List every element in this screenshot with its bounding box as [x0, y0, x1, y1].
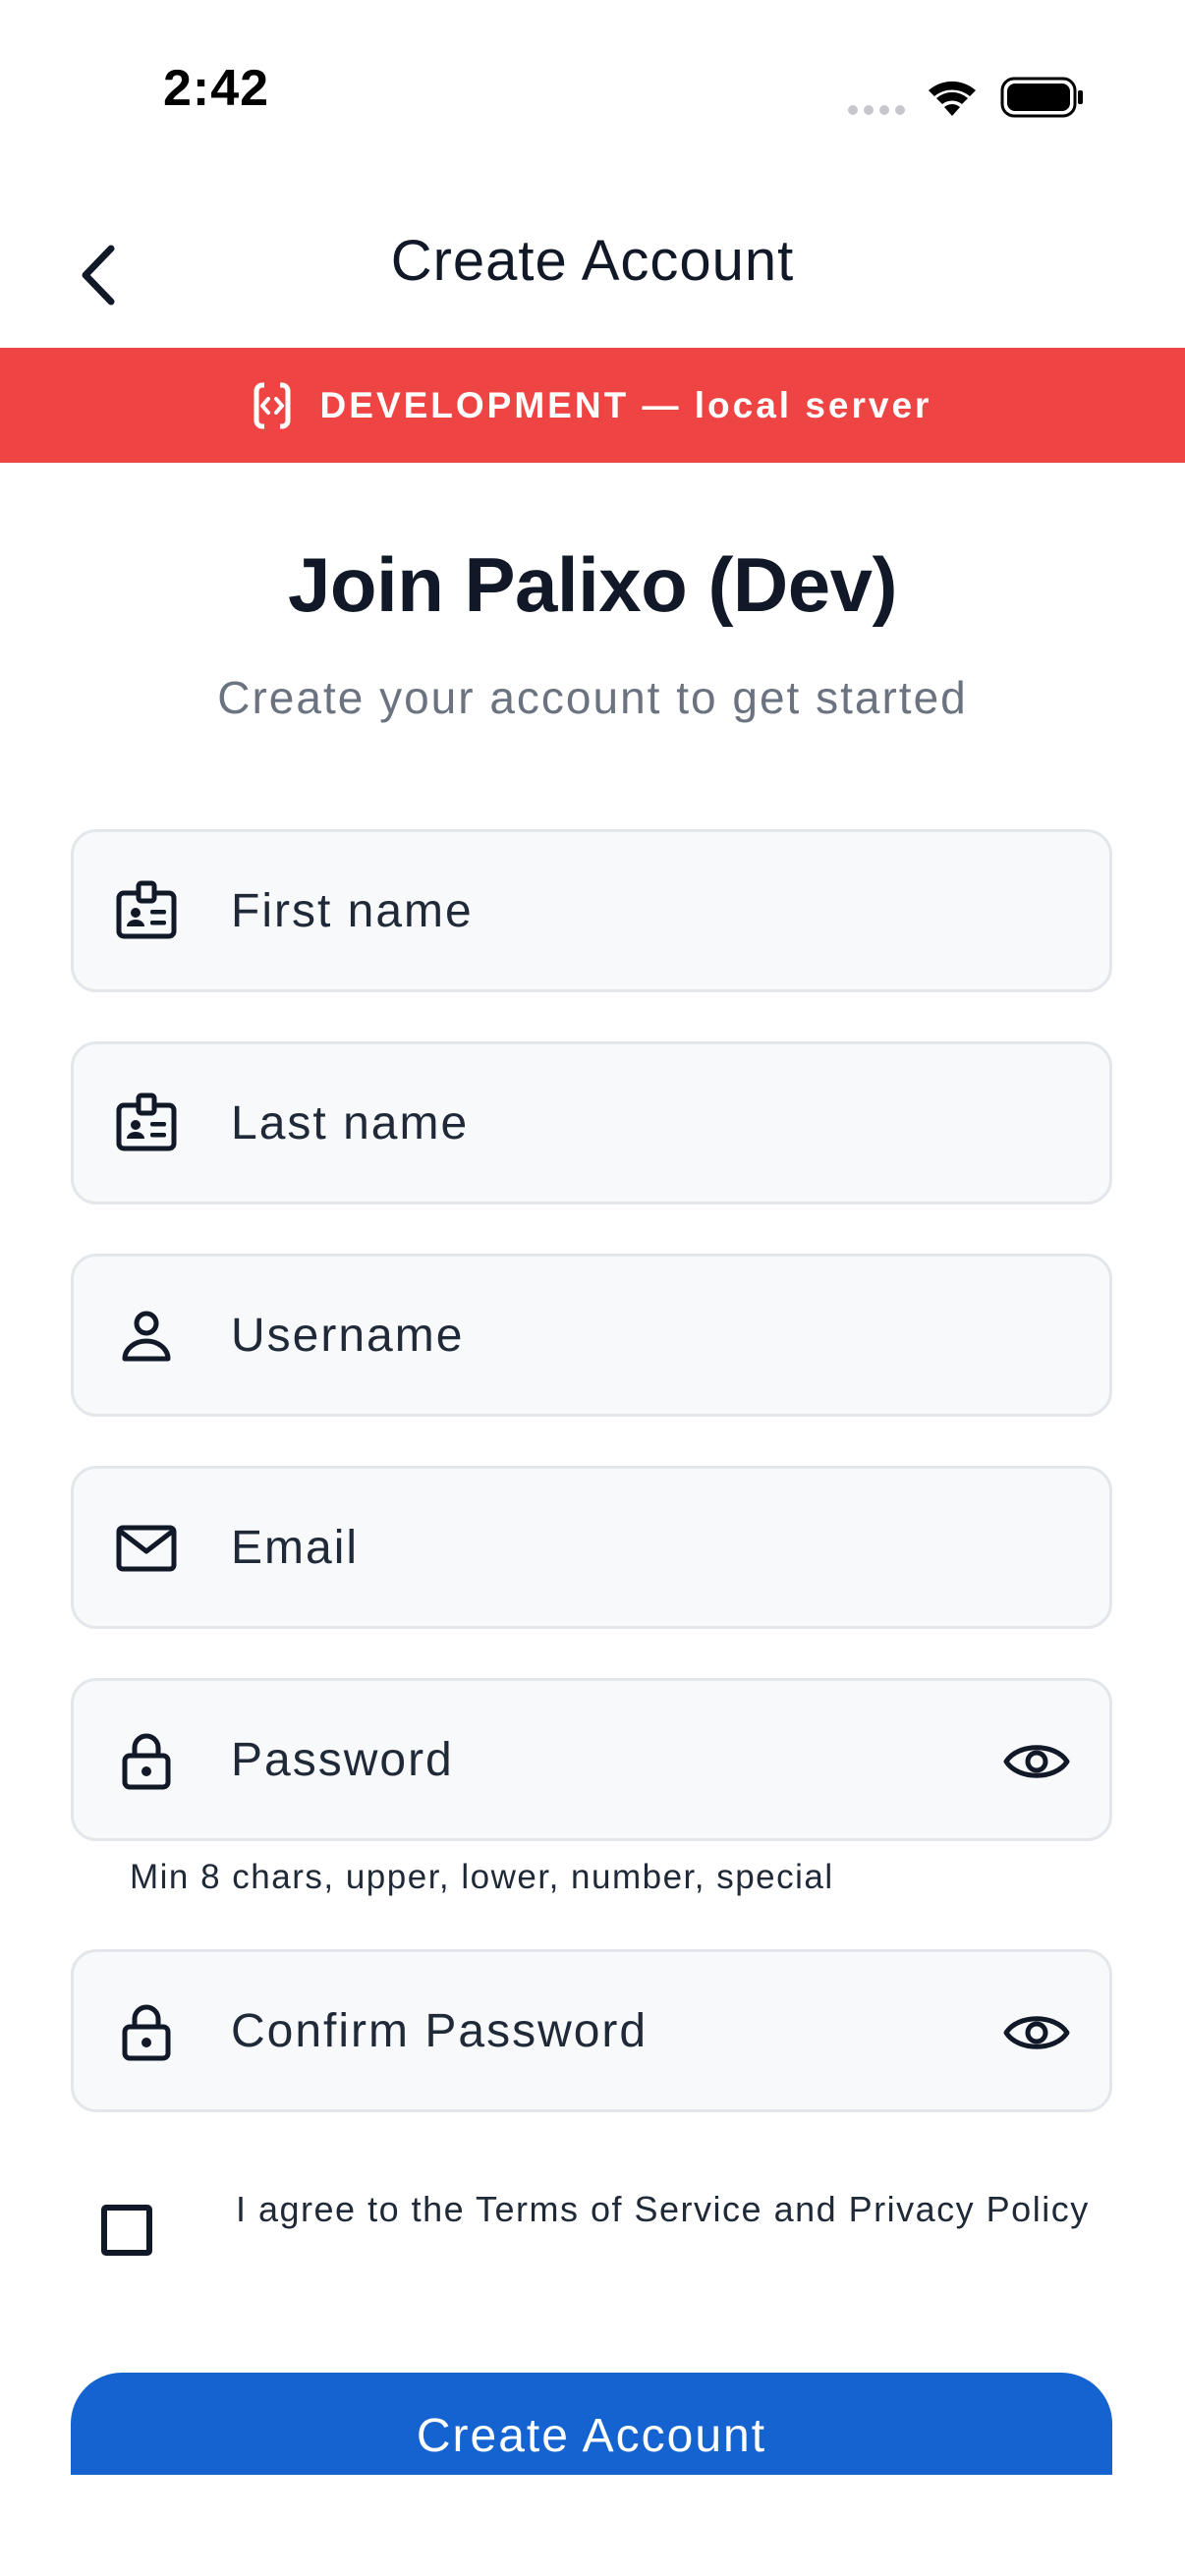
- status-time: 2:42: [163, 60, 270, 117]
- battery-icon: [1000, 77, 1083, 118]
- first-name-field[interactable]: First name: [71, 829, 1112, 992]
- page-title: Create Account: [390, 229, 795, 293]
- form-title: Join Palixo (Dev): [288, 541, 898, 628]
- confirm-password-field[interactable]: Confirm Password: [71, 1949, 1112, 2112]
- create-account-label: Create Account: [416, 2410, 767, 2462]
- email-placeholder: Email: [231, 1521, 360, 1574]
- dev-code-icon: [254, 381, 291, 429]
- id-badge-icon: [111, 1088, 182, 1158]
- mail-icon: [111, 1512, 182, 1583]
- password-hint: Min 8 chars, upper, lower, number, speci…: [130, 1858, 834, 1896]
- person-icon: [111, 1300, 182, 1371]
- username-field[interactable]: Username: [71, 1254, 1112, 1417]
- status-icons: [845, 69, 1100, 128]
- terms-checkbox[interactable]: [101, 2205, 152, 2256]
- lock-icon: [111, 1995, 182, 2066]
- terms-agreement-text[interactable]: I agree to the Terms of Service and Priv…: [236, 2186, 1100, 2233]
- password-field[interactable]: Password: [71, 1678, 1112, 1841]
- first-name-placeholder: First name: [231, 884, 474, 937]
- show-password-button[interactable]: [999, 1727, 1074, 1796]
- eye-icon: [1003, 1745, 1070, 1778]
- confirm-password-placeholder: Confirm Password: [231, 2004, 649, 2057]
- id-badge-icon: [111, 875, 182, 946]
- dev-environment-banner: DEVELOPMENT — local server: [0, 348, 1185, 463]
- banner-text: DEVELOPMENT — local server: [319, 384, 932, 425]
- form-subtitle: Create your account to get started: [217, 672, 968, 723]
- last-name-placeholder: Last name: [231, 1096, 470, 1149]
- eye-icon: [1003, 2016, 1070, 2049]
- password-placeholder: Password: [231, 1733, 454, 1786]
- email-field[interactable]: Email: [71, 1466, 1112, 1629]
- show-confirm-password-button[interactable]: [999, 1998, 1074, 2067]
- username-placeholder: Username: [231, 1309, 465, 1362]
- wifi-icon: [929, 81, 976, 116]
- last-name-field[interactable]: Last name: [71, 1041, 1112, 1204]
- create-account-button[interactable]: Create Account: [71, 2373, 1112, 2475]
- lock-icon: [111, 1724, 182, 1795]
- cellular-signal-icon: [848, 105, 905, 115]
